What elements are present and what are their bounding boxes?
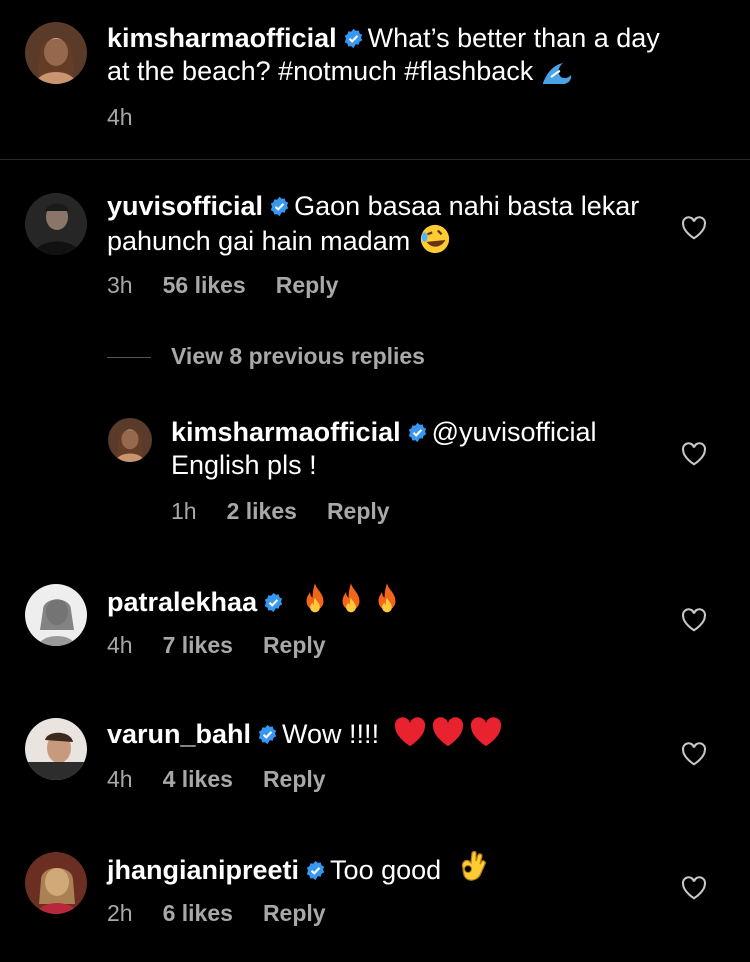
avatar[interactable] [25,22,87,84]
like-heart-icon[interactable] [681,216,707,240]
reply-button[interactable]: Reply [327,498,390,524]
comment-username[interactable]: yuvisofficial [107,191,263,221]
divider [107,357,151,359]
fire-emoji-icon [372,582,402,616]
red-heart-emoji-icon [469,716,503,748]
reply-button[interactable]: Reply [263,632,326,658]
caption-text: kimsharmaofficial What’s better than a da… [107,22,667,88]
likes-count[interactable]: 4 likes [163,766,233,792]
comment-time: 2h [107,900,133,926]
red-heart-emoji-icon [393,716,427,748]
red-heart-emoji-icon [431,716,465,748]
comment-meta: 3h 56 likes Reply [107,272,368,299]
fire-emoji-icon [336,582,366,616]
caption-username[interactable]: kimsharmaofficial [107,23,337,53]
likes-count[interactable]: 2 likes [227,498,297,524]
reply-button[interactable]: Reply [263,900,326,926]
view-replies-button[interactable]: View 8 previous replies [107,343,425,370]
likes-count[interactable]: 6 likes [163,900,233,926]
avatar[interactable] [25,193,87,255]
rofl-emoji-icon [420,224,449,254]
reply-button[interactable]: Reply [263,766,326,792]
likes-count[interactable]: 56 likes [163,272,246,298]
nested-reply: kimsharmaofficial @yuvisofficial English … [0,416,750,536]
avatar[interactable] [25,852,87,914]
comment-meta: 4h 7 likes Reply [107,632,356,659]
reply-text: kimsharmaofficial @yuvisofficial English … [171,416,671,482]
comment-username[interactable]: patralekhaa [107,587,257,617]
reply-meta: 1h 2 likes Reply [171,498,420,525]
caption-time: 4h [107,104,133,130]
comment-time: 3h [107,272,133,298]
avatar[interactable] [108,418,152,462]
verified-icon [407,422,428,443]
verified-icon [263,592,284,613]
reply-button[interactable]: Reply [276,272,339,298]
avatar[interactable] [25,718,87,780]
like-heart-icon[interactable] [681,742,707,766]
comment-username[interactable]: jhangianipreeti [107,855,299,885]
like-heart-icon[interactable] [681,442,707,466]
verified-icon [343,28,364,49]
comment-username[interactable]: varun_bahl [107,719,251,749]
comment-time: 4h [107,632,133,658]
fire-emoji-icon [300,582,330,616]
list-item: varun_bahl Wow !!!! 4h 4 likes Reply [0,716,750,806]
list-item: yuvisofficial Gaon basaa nahi basta lekar… [0,190,750,310]
comment-meta: 2h 6 likes Reply [107,900,356,927]
comment-text: patralekhaa [107,582,667,619]
comment-text: jhangianipreeti Too good [107,850,667,887]
like-heart-icon[interactable] [681,608,707,632]
verified-icon [269,196,290,217]
comment-text: yuvisofficial Gaon basaa nahi basta lekar… [107,190,667,258]
comment-body: Too good [330,855,442,885]
list-item: patralekhaa 4h 7 likes Reply [0,582,750,672]
likes-count[interactable]: 7 likes [163,632,233,658]
verified-icon [257,724,278,745]
comment-text: varun_bahl Wow !!!! [107,716,667,751]
reply-username[interactable]: kimsharmaofficial [171,417,401,447]
ok-hand-emoji-icon [461,850,486,881]
comment-time: 4h [107,766,133,792]
verified-icon [305,860,326,881]
wave-icon [542,63,571,84]
list-item: jhangianipreeti Too good 2h 6 likes Reply [0,850,750,940]
comment-body: Wow !!!! [282,719,380,749]
comment-meta: 4h 4 likes Reply [107,766,356,793]
caption: kimsharmaofficial What’s better than a da… [0,0,750,159]
divider [0,159,750,160]
avatar[interactable] [25,584,87,646]
like-heart-icon[interactable] [681,876,707,900]
reply-time: 1h [171,498,197,524]
